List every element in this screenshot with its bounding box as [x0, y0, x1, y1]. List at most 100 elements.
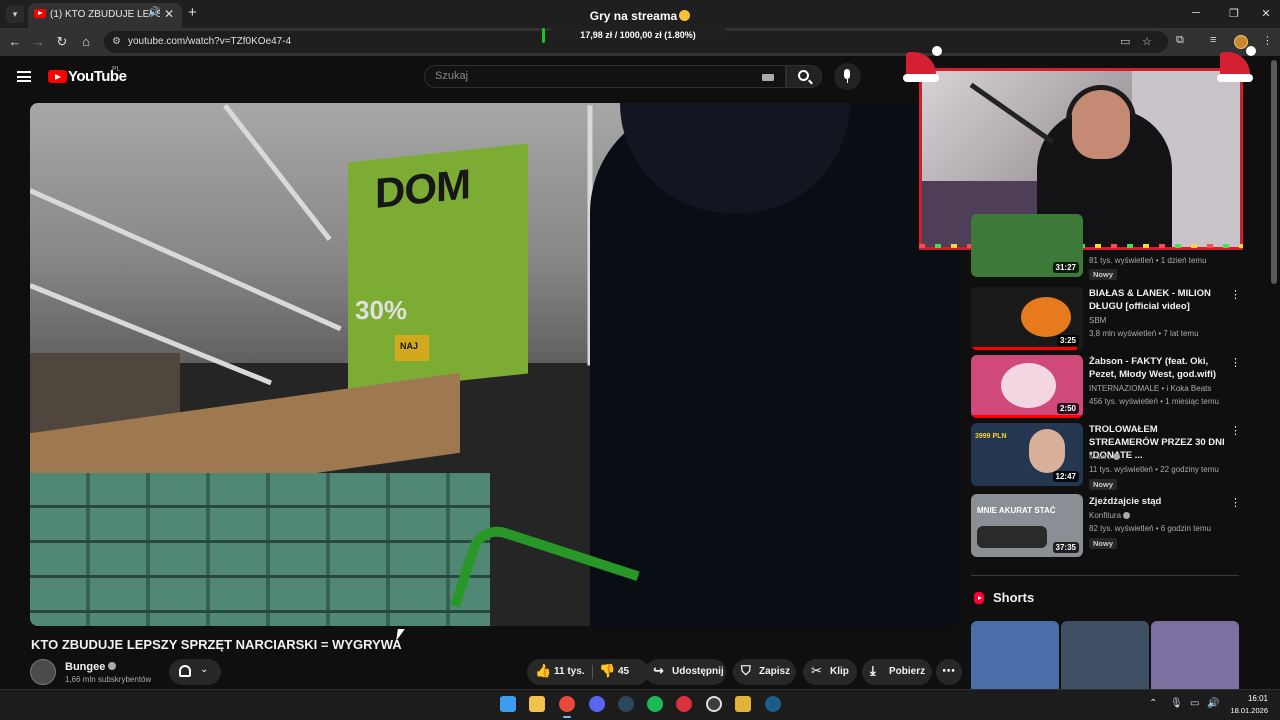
media-controls-icon[interactable]: ≡ [1210, 34, 1216, 46]
thumbs-down-icon[interactable]: 👎 [599, 664, 615, 678]
rec-thumbnail[interactable]: 31:27 [971, 214, 1083, 277]
donation-goal-text: 17,98 zł / 1000,00 zł (1.80%) [580, 30, 696, 40]
back-icon[interactable]: ← [7, 34, 23, 50]
network-icon[interactable]: ▭ [1190, 698, 1199, 709]
windows-start-icon[interactable] [500, 696, 516, 712]
more-actions-button[interactable]: ⋯ [936, 659, 962, 685]
profile-avatar[interactable] [1234, 35, 1248, 49]
rec-channel[interactable]: Konfitura [1089, 511, 1131, 520]
spotify-icon[interactable] [647, 696, 663, 712]
page-scrollbar[interactable] [1271, 60, 1277, 284]
download-icon: ⤓ [870, 663, 876, 678]
site-info-icon[interactable]: ⚙ [112, 36, 121, 47]
clock-time[interactable]: 16:01 [1238, 694, 1268, 703]
more-vert-icon[interactable]: ⋮ [1230, 425, 1241, 437]
rec-thumbnail[interactable]: 2:50 [971, 355, 1083, 418]
dislike-count[interactable]: 45 [618, 666, 629, 677]
more-vert-icon[interactable]: ⋮ [1230, 357, 1241, 369]
tray-mic-icon[interactable]: 🎙 [1170, 698, 1183, 709]
save-button[interactable]: ⛉ Zapisz [733, 659, 796, 685]
clock-date[interactable]: 18.01.2026 [1224, 706, 1268, 715]
rec-title[interactable]: BIAŁAS & LANEK - MILION DŁUGU [official … [1089, 287, 1229, 313]
search-input[interactable]: Szukaj [424, 65, 786, 88]
rec-thumbnail[interactable]: MNIE AKURAT STAĆ 37:35 [971, 494, 1083, 557]
rec-meta: 3,8 mln wyświetleń • 7 lat temu [1089, 329, 1199, 338]
steam-icon[interactable] [618, 696, 634, 712]
search-button[interactable] [786, 65, 822, 88]
rec-channel-text[interactable]: Konfitura [1089, 511, 1121, 520]
save-label: Zapisz [759, 666, 791, 677]
discord-icon[interactable] [589, 696, 605, 712]
chrome-icon[interactable] [559, 696, 575, 712]
short-tile[interactable] [971, 621, 1059, 691]
minimize-icon[interactable]: ─ [1186, 7, 1206, 19]
clip-label: Klip [830, 666, 849, 677]
rec-channel[interactable]: SBM [1089, 316, 1106, 325]
forward-icon[interactable]: → [30, 34, 46, 50]
rec-title[interactable]: Zjeżdżajcie stąd [1089, 495, 1229, 508]
file-explorer-icon[interactable] [529, 696, 545, 712]
browser-tab-bar: ▾ (1) KTO ZBUDUJE LEPSZY SPRZĘT NARCIARS… [0, 0, 1280, 28]
channel-name-text[interactable]: Bungee [65, 661, 105, 673]
app-yellow-icon[interactable] [735, 696, 751, 712]
volume-icon[interactable]: 🔊 [1207, 698, 1219, 709]
more-vert-icon[interactable]: ⋮ [1230, 497, 1241, 509]
sunglasses-emoji-icon [679, 10, 691, 21]
video-player[interactable]: DOM 30% NAJ [30, 103, 960, 626]
extensions-icon[interactable]: ⧉ [1176, 34, 1184, 47]
home-icon[interactable]: ⌂ [78, 34, 94, 50]
like-count[interactable]: 11 tys. [554, 666, 585, 677]
maximize-icon[interactable]: ❐ [1224, 7, 1244, 20]
window-title-text: Gry na streama [589, 9, 678, 23]
thumbnail-face [1001, 363, 1056, 408]
share-button[interactable]: ↪ Udostępnij [645, 659, 726, 685]
short-tile[interactable] [1061, 621, 1149, 691]
app-red-icon[interactable] [676, 696, 692, 712]
rec-channel-text[interactable]: INTERNAZIOMALE • i Koka Beats [1089, 384, 1211, 393]
notification-bell-button[interactable]: ⌄ [169, 659, 221, 685]
chevron-down-icon: ⌄ [200, 664, 209, 675]
tab-close-icon[interactable]: ✕ [164, 7, 174, 21]
steam-2-icon[interactable] [765, 696, 781, 712]
rec-channel-text[interactable]: Mateo [1089, 452, 1111, 461]
rec-thumbnail[interactable]: 3:25 [971, 287, 1083, 350]
youtube-logo-icon[interactable] [48, 70, 67, 83]
rec-channel[interactable]: INTERNAZIOMALE • i Koka Beats [1089, 384, 1211, 393]
close-window-icon[interactable]: ✕ [1256, 7, 1276, 20]
channel-name[interactable]: Bungee [65, 661, 117, 673]
shorts-heading: Shorts [993, 590, 1035, 605]
rec-title[interactable]: Żabson - FAKTY (feat. Oki, Pezet, Młody … [1089, 355, 1229, 381]
browser-tab-youtube[interactable]: (1) KTO ZBUDUJE LEPSZY SPRZĘT NARCIARSKI… [28, 3, 182, 28]
keyboard-icon[interactable] [762, 74, 774, 81]
channel-avatar[interactable] [30, 659, 56, 685]
bell-icon [179, 665, 191, 677]
rec-meta: 456 tys. wyświetleń • 1 miesiąc temu [1089, 397, 1219, 406]
verified-badge-icon [1113, 453, 1121, 460]
audio-playing-icon[interactable]: 🔊 [148, 7, 160, 18]
clip-button[interactable]: ✂ Klip [803, 659, 857, 685]
bookmark-star-icon[interactable]: ☆ [1142, 35, 1152, 48]
guide-menu-icon[interactable] [17, 71, 31, 82]
rec-channel[interactable]: Mateo [1089, 452, 1121, 461]
thumbs-up-icon[interactable]: 👍 [535, 664, 551, 678]
rec-thumbnail[interactable]: 3999 PLN 12:47 [971, 423, 1083, 486]
tray-chevron-icon[interactable]: ⌃ [1149, 698, 1157, 709]
bookmark-icon: ⛉ [741, 663, 751, 678]
video-title: KTO ZBUDUJE LEPSZY SPRZĘT NARCIARSKI = W… [31, 637, 402, 652]
reload-icon[interactable]: ↻ [54, 34, 70, 50]
voice-search-button[interactable] [834, 63, 861, 90]
like-dislike-group: 👍 11 tys. 👎 45 [527, 659, 649, 685]
rec-meta: 81 tys. wyświetleń • 1 dzień temu [1089, 256, 1207, 265]
obs-icon[interactable] [706, 696, 722, 712]
download-button[interactable]: ⤓ Pobierz [862, 659, 932, 685]
more-vert-icon[interactable]: ⋮ [1230, 289, 1241, 301]
video-shade [30, 103, 960, 626]
cast-icon[interactable]: ▭ [1120, 35, 1130, 48]
tab-title: (1) KTO ZBUDUJE LEPSZY SPRZĘT NARCIARSKI… [50, 9, 160, 20]
like-divider [592, 665, 593, 679]
tab-search-dropdown-icon[interactable]: ▾ [6, 5, 24, 23]
new-tab-button[interactable]: + [188, 5, 197, 21]
browser-menu-icon[interactable]: ⋮ [1262, 34, 1273, 47]
url-text[interactable]: youtube.com/watch?v=TZf0KOe47-4 [128, 36, 291, 47]
short-tile[interactable] [1151, 621, 1239, 691]
